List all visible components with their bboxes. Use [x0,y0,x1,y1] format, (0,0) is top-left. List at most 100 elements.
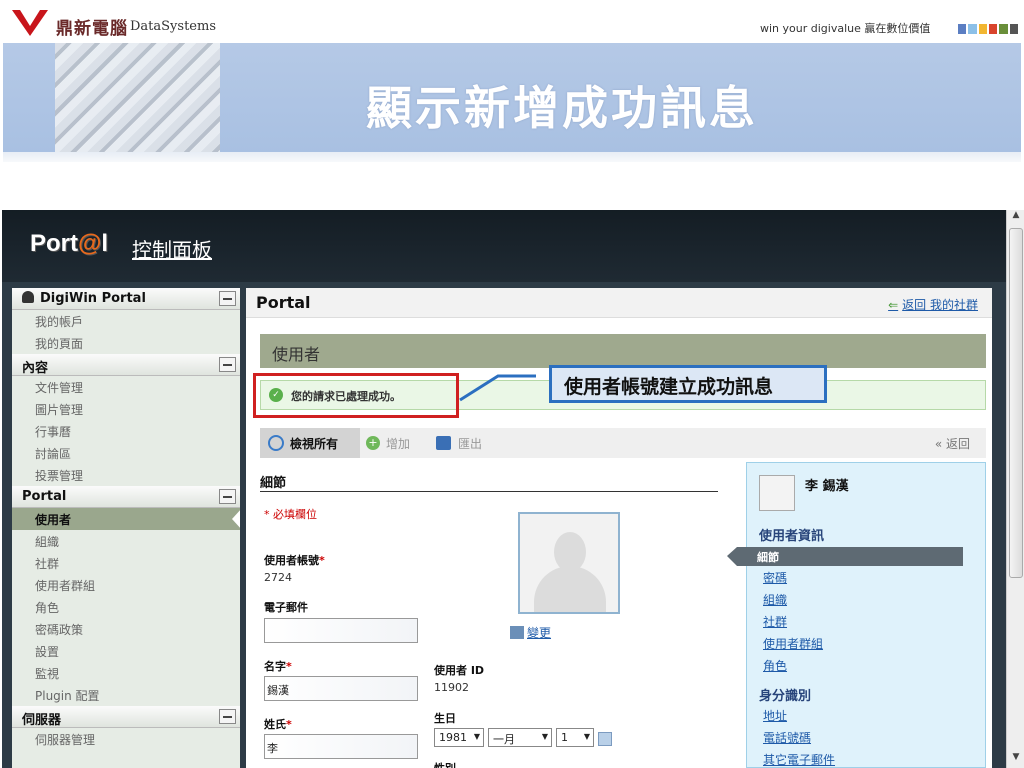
nav-item-organizations[interactable]: 組織 [763,591,787,608]
nav-item-roles[interactable]: 角色 [763,657,787,674]
details-title: 細節 [260,476,287,491]
collapse-icon[interactable] [219,357,236,372]
user-id-value: 11902 [434,681,469,694]
company-logo-icon [12,10,48,36]
change-photo-link[interactable]: 變更 [510,624,551,641]
main-content: Portal ⇐ 返回 我的社群 使用者 ✓ 您的請求已處理成功。 檢視所有 + 增… [246,288,992,768]
control-panel-link[interactable]: 控制面板 [132,234,212,263]
sidebar-item[interactable]: 組織 [12,530,240,552]
callout-label: 使用者帳號建立成功訊息 [549,365,827,403]
email-field[interactable] [264,618,418,643]
nav-item-communities[interactable]: 社群 [763,613,787,630]
user-icon [22,291,34,303]
sidebar-item[interactable]: 伺服器管理 [12,728,240,750]
add-icon: + [366,436,380,450]
callout-connector [459,374,536,402]
sidebar-item[interactable]: 行事曆 [12,420,240,442]
required-note: * 必填欄位 [264,508,317,521]
calendar-icon[interactable] [598,732,612,746]
scroll-up-icon[interactable]: ▲ [1007,210,1024,226]
identity-title: 身分識別 [759,689,812,704]
birth-day-select[interactable]: 1 [556,728,594,747]
sidebar-item[interactable]: 社群 [12,552,240,574]
sidebar-item[interactable]: 使用者 [12,508,240,530]
last-name-field[interactable]: 李 [264,734,418,759]
toolbar: 檢視所有 + 增加 匯出 « 返回 [260,428,986,458]
users-search-icon [268,435,284,451]
user-id-label: 使用者 ID [434,664,485,677]
sidebar-section-header[interactable]: DigiWin Portal [12,288,240,310]
sidebar-item[interactable]: Plugin 配置 [12,684,240,706]
scroll-down-icon[interactable]: ▼ [1007,752,1024,768]
divider [260,491,718,492]
color-dot [978,24,987,34]
sidebar-item[interactable]: 投票管理 [12,464,240,486]
color-dot [999,24,1008,34]
nav-item-phone-numbers[interactable]: 電話號碼 [763,729,811,746]
sidebar-item[interactable]: 圖片管理 [12,398,240,420]
add-button[interactable]: + 增加 [366,428,410,458]
nav-item-additional-emails[interactable]: 其它電子郵件 [763,751,835,768]
user-info-title: 使用者資訊 [759,529,825,544]
slide-banner: 鼎新電腦 DataSystems win your digivalue 贏在數位… [0,0,1024,210]
page-title: Portal [256,293,311,312]
section-title: 使用者 [272,345,321,364]
last-name-label: 姓氏* [264,718,292,731]
scroll-thumb[interactable] [1009,228,1023,578]
sidebar: DigiWin Portal 我的帳戶 我的頁面 內容 文件管理 圖片管理 行事曆 討論區 投票… [12,288,240,768]
slogan: win your digivalue 贏在數位價值 [760,22,931,35]
collapse-icon[interactable] [219,709,236,724]
avatar [759,475,795,511]
collapse-icon[interactable] [219,489,236,504]
sidebar-item[interactable]: 角色 [12,596,240,618]
slogan-color-dots [958,24,1018,34]
back-arrow-icon: ⇐ [888,298,899,312]
sidebar-item[interactable]: 設置 [12,640,240,662]
sidebar-section-title: 伺服器 [22,713,62,728]
sidebar-item[interactable]: 監視 [12,662,240,684]
export-button[interactable]: 匯出 [436,428,482,458]
sidebar-section-title: DigiWin Portal [40,291,146,306]
color-dot [988,24,998,34]
birthday-label: 生日 [434,712,456,725]
back-to-community-link[interactable]: ⇐ 返回 我的社群 [888,296,978,313]
nav-item-details[interactable]: 細節 [737,547,963,566]
section-header: 使用者 [260,334,986,368]
nav-item-addresses[interactable]: 地址 [763,707,787,724]
first-name-label: 名字* [264,660,292,673]
nav-item-password[interactable]: 密碼 [763,569,787,586]
sidebar-item[interactable]: 我的帳戶 [12,310,240,332]
logo-english: DataSystems [130,19,216,34]
collapse-icon[interactable] [219,291,236,306]
sidebar-section-title: Portal [22,489,67,504]
portrait-body [534,566,606,612]
slide-title: 顯示新增成功訊息 [366,81,758,135]
sidebar-section-header[interactable]: 伺服器 [12,706,240,728]
back-button[interactable]: « 返回 [935,428,970,458]
sidebar-item[interactable]: 使用者群組 [12,574,240,596]
birth-month-select[interactable]: 一月 [488,728,552,747]
sidebar-item[interactable]: 密碼政策 [12,618,240,640]
birth-year-select[interactable]: 1981 [434,728,484,747]
highlight-box [253,373,459,418]
content-header: Portal ⇐ 返回 我的社群 [246,288,992,318]
portal-logo: Port@l [30,230,109,257]
vertical-scrollbar[interactable]: ▲ ▼ [1006,210,1024,768]
portal-header: Port@l 控制面板 [2,210,1006,282]
nav-item-user-groups[interactable]: 使用者群組 [763,635,823,652]
sidebar-item[interactable]: 我的頁面 [12,332,240,354]
sidebar-section-header[interactable]: Portal [12,486,240,508]
email-label: 電子郵件 [264,601,308,614]
sidebar-section-header[interactable]: 內容 [12,354,240,376]
color-dot [968,24,977,34]
portal-window: Port@l 控制面板 DigiWin Portal 我的帳戶 我的頁面 內容 文件管理… [2,210,1006,768]
logo-chinese: 鼎新電腦 [56,19,128,39]
view-all-button[interactable]: 檢視所有 [260,428,360,458]
first-name-field[interactable]: 錫漢 [264,676,418,701]
user-portrait [518,512,620,614]
sidebar-item[interactable]: 文件管理 [12,376,240,398]
sidebar-item[interactable]: 討論區 [12,442,240,464]
logo-bar: 鼎新電腦 DataSystems win your digivalue 贏在數位… [0,0,1024,45]
color-dot [958,24,967,34]
gender-label: 性別 [434,760,456,768]
